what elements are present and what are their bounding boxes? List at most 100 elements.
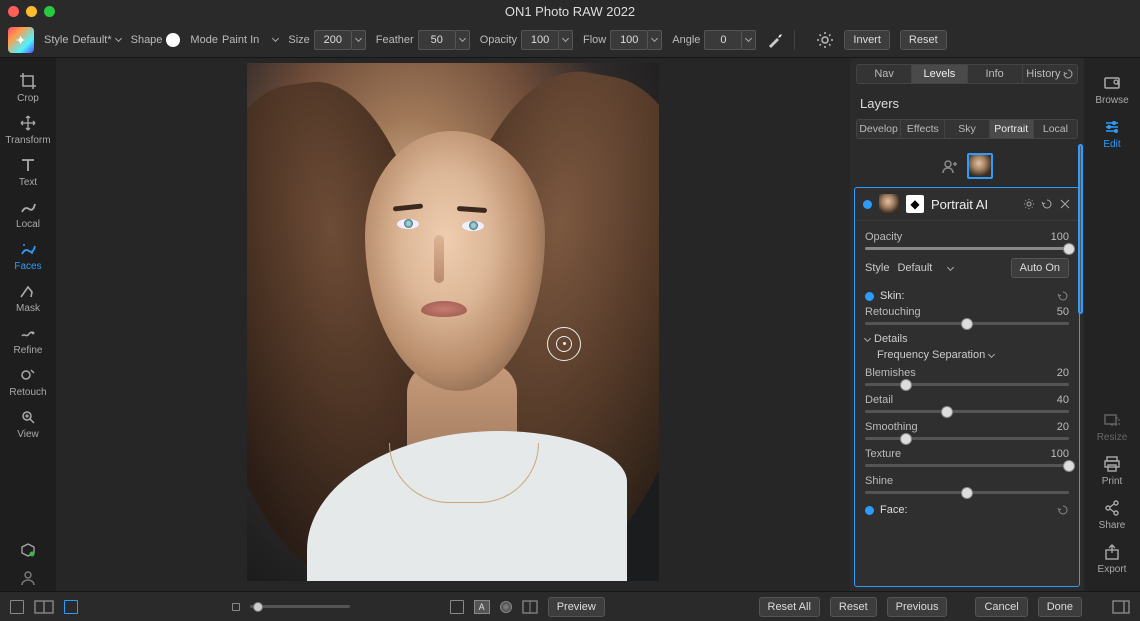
view-fill-icon[interactable]	[64, 600, 78, 614]
skin-enable-toggle[interactable]	[865, 292, 874, 301]
tab-local[interactable]: Local	[1033, 120, 1077, 138]
tab-info[interactable]: Info	[967, 65, 1022, 83]
zoom-slider[interactable]	[250, 605, 350, 608]
tool-user[interactable]	[3, 565, 53, 591]
flow-input[interactable]: 100	[610, 30, 648, 50]
tool-transform[interactable]: Transform	[3, 110, 53, 150]
tool-mask[interactable]: Mask	[3, 278, 53, 318]
window-close-icon[interactable]	[8, 6, 19, 17]
tool-view[interactable]: View	[3, 404, 53, 444]
face-mini-thumb-icon[interactable]	[879, 194, 899, 214]
tab-sky[interactable]: Sky	[944, 120, 988, 138]
mask-view-grayscale-icon[interactable]	[522, 600, 538, 614]
tab-develop[interactable]: Develop	[857, 120, 900, 138]
style-dropdown[interactable]: Default*	[72, 34, 120, 46]
opacity-input[interactable]: 100	[521, 30, 559, 50]
retouching-label: Retouching	[865, 306, 921, 318]
filter-enable-toggle[interactable]	[863, 200, 872, 209]
opacity-step-icon[interactable]	[559, 30, 573, 50]
footer-reset-button[interactable]: Reset	[830, 597, 877, 617]
tool-text[interactable]: Text	[3, 152, 53, 192]
done-button[interactable]: Done	[1038, 597, 1082, 617]
module-tabs[interactable]: Develop Effects Sky Portrait Local	[856, 119, 1078, 139]
module-resize[interactable]: Resize	[1087, 407, 1137, 447]
feather-input[interactable]: 50	[418, 30, 456, 50]
mask-view-a-icon[interactable]: A	[474, 600, 490, 614]
gear-icon[interactable]	[816, 31, 834, 49]
preview-button[interactable]: Preview	[548, 597, 605, 617]
nav-tabs[interactable]: Nav Levels Info History	[856, 64, 1078, 84]
module-browse[interactable]: Browse	[1087, 70, 1137, 110]
titlebar: ON1 Photo RAW 2022	[0, 0, 1140, 22]
angle-step-icon[interactable]	[742, 30, 756, 50]
canvas[interactable]	[56, 58, 850, 591]
reset-all-button[interactable]: Reset All	[759, 597, 820, 617]
filter-close-icon[interactable]	[1059, 198, 1071, 210]
previous-button[interactable]: Previous	[887, 597, 948, 617]
module-export[interactable]: Export	[1087, 539, 1137, 579]
texture-slider[interactable]	[865, 464, 1069, 467]
face-reset-icon[interactable]	[1057, 504, 1069, 516]
tool-tag[interactable]	[3, 537, 53, 563]
tool-retouch[interactable]: Retouch	[3, 362, 53, 402]
skin-reset-icon[interactable]	[1057, 290, 1069, 302]
freqsep-dropdown[interactable]: Frequency Separation	[877, 349, 1069, 361]
module-print[interactable]: Print	[1087, 451, 1137, 491]
brush-cursor-icon	[547, 327, 581, 361]
smoothing-slider[interactable]	[865, 437, 1069, 440]
tab-effects[interactable]: Effects	[900, 120, 944, 138]
view-single-icon[interactable]	[10, 600, 24, 614]
cancel-button[interactable]: Cancel	[975, 597, 1027, 617]
tool-refine[interactable]: Refine	[3, 320, 53, 360]
tool-crop[interactable]: Crop	[3, 68, 53, 108]
blemishes-value: 20	[1057, 367, 1069, 379]
invert-button[interactable]: Invert	[844, 30, 890, 50]
panel-scrollbar[interactable]	[1078, 114, 1083, 583]
face-enable-toggle[interactable]	[865, 506, 874, 515]
module-edit[interactable]: Edit	[1087, 114, 1137, 154]
tab-portrait[interactable]: Portrait	[989, 120, 1033, 138]
detail-slider[interactable]	[865, 410, 1069, 413]
view-compare-icon[interactable]	[34, 600, 54, 614]
shape-label: Shape	[131, 34, 163, 46]
shape-picker[interactable]	[166, 33, 180, 47]
filter-reset-icon[interactable]	[1041, 198, 1053, 210]
brush-icon[interactable]	[766, 31, 784, 49]
reset-button[interactable]: Reset	[900, 30, 947, 50]
panel-style-label: Style	[865, 262, 889, 274]
window-zoom-icon[interactable]	[44, 6, 55, 17]
tool-local[interactable]: Local	[3, 194, 53, 234]
angle-label: Angle	[672, 34, 700, 46]
flow-step-icon[interactable]	[648, 30, 662, 50]
mode-dropdown[interactable]: Paint In	[222, 34, 278, 46]
shine-slider[interactable]	[865, 491, 1069, 494]
feather-step-icon[interactable]	[456, 30, 470, 50]
add-face-icon[interactable]	[941, 157, 959, 175]
texture-label: Texture	[865, 448, 901, 460]
mask-view-circle-icon[interactable]	[500, 601, 512, 613]
undo-icon	[1063, 69, 1073, 79]
blemishes-slider[interactable]	[865, 383, 1069, 386]
tab-nav[interactable]: Nav	[857, 65, 911, 83]
mask-view-none-icon[interactable]	[450, 600, 464, 614]
window-minimize-icon[interactable]	[26, 6, 37, 17]
filter-gear-icon[interactable]	[1023, 198, 1035, 210]
size-step-icon[interactable]	[352, 30, 366, 50]
mask-preview-icon[interactable]: ◆	[906, 195, 924, 213]
details-toggle[interactable]: Details	[865, 333, 1069, 345]
mode-label: Mode	[190, 34, 218, 46]
zoom-fit-icon[interactable]	[232, 603, 240, 611]
tab-history[interactable]: History	[1022, 65, 1077, 83]
tab-levels[interactable]: Levels	[911, 65, 966, 83]
angle-input[interactable]: 0	[704, 30, 742, 50]
face-thumbnail[interactable]	[967, 153, 993, 179]
panel-style-dropdown[interactable]: Default	[897, 262, 953, 274]
auto-on-button[interactable]: Auto On	[1011, 258, 1069, 278]
retouching-slider[interactable]	[865, 322, 1069, 325]
tool-faces[interactable]: Faces	[3, 236, 53, 276]
opacity-slider[interactable]	[865, 247, 1069, 250]
app-logo-icon[interactable]: ✦	[8, 27, 34, 53]
module-share[interactable]: Share	[1087, 495, 1137, 535]
size-input[interactable]: 200	[314, 30, 352, 50]
panel-collapse-icon[interactable]	[1112, 600, 1130, 614]
